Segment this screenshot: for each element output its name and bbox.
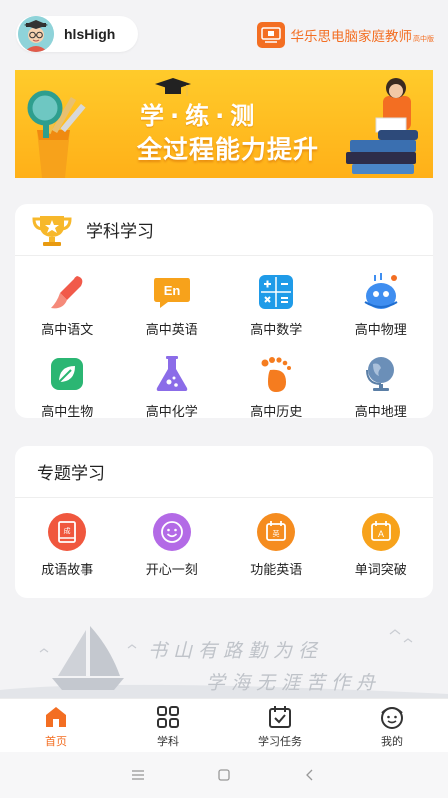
topic-vocabulary[interactable]: A 单词突破 bbox=[329, 512, 434, 578]
subject-geography[interactable]: 高中地理 bbox=[329, 354, 434, 420]
topic-label: 功能英语 bbox=[250, 563, 303, 578]
subject-label: 高中生物 bbox=[41, 405, 94, 420]
slogan-line-2: 学海无涯苦作舟 bbox=[206, 672, 382, 694]
subject-label: 高中物理 bbox=[354, 323, 407, 338]
topic-label: 单词突破 bbox=[354, 563, 407, 578]
brand-name: 华乐思电脑家庭教师 bbox=[290, 29, 413, 45]
footprint-icon bbox=[256, 354, 296, 394]
svg-text:英: 英 bbox=[273, 529, 280, 538]
header: hlsHigh 华乐思电脑家庭教师 高中版 bbox=[0, 0, 448, 64]
subject-chemistry[interactable]: 高中化学 bbox=[120, 354, 225, 420]
svg-text:成: 成 bbox=[64, 526, 71, 535]
subject-learning-header: 学科学习 bbox=[15, 204, 433, 256]
leaf-icon bbox=[47, 354, 87, 394]
magnifier-pencils-illustration bbox=[27, 90, 86, 178]
home-icon bbox=[46, 707, 66, 727]
subject-label: 高中英语 bbox=[145, 323, 198, 338]
topic-learning-title: 专题学习 bbox=[37, 464, 105, 484]
tab-label: 学科 bbox=[157, 735, 179, 748]
banner-subtitle: 全过程能力提升 bbox=[137, 135, 320, 164]
trophy-icon bbox=[32, 215, 72, 246]
topic-label: 开心一刻 bbox=[145, 563, 198, 578]
subject-math[interactable]: 高中数学 bbox=[224, 272, 329, 338]
topic-row: 成 成语故事 开心一刻 英 功能英语 A 单词突破 bbox=[15, 512, 433, 578]
subject-row: 高中语文 En 高中英语 高中数学 高中物理 bbox=[15, 272, 433, 338]
globe-icon bbox=[361, 354, 401, 394]
tab-home[interactable]: 首页 bbox=[0, 699, 112, 752]
english-bubble-icon: En bbox=[152, 272, 192, 312]
tab-label: 我的 bbox=[381, 735, 403, 748]
tab-tasks[interactable]: 学习任务 bbox=[224, 699, 336, 752]
bottom-tab-bar: 首页 学科 学习任务 我的 bbox=[0, 698, 448, 752]
topic-learning-card: 专题学习 成 成语故事 开心一刻 英 功能英语 A 单词突破 bbox=[15, 446, 433, 598]
calculator-icon bbox=[256, 272, 296, 312]
atom-icon bbox=[361, 272, 401, 312]
subject-biology[interactable]: 高中生物 bbox=[15, 354, 120, 420]
topic-learning-header: 专题学习 bbox=[15, 446, 433, 498]
subject-label: 高中化学 bbox=[145, 405, 198, 420]
system-nav-bar bbox=[0, 752, 448, 798]
smile-icon bbox=[152, 512, 192, 552]
user-profile-pill[interactable]: hlsHigh bbox=[16, 16, 138, 52]
menu-icon[interactable] bbox=[130, 768, 146, 782]
slogan-line-1: 书山有路勤为径 bbox=[148, 640, 324, 662]
english-card-icon: 英 bbox=[256, 512, 296, 552]
brand: 华乐思电脑家庭教师 高中版 bbox=[256, 22, 434, 48]
home-square-icon[interactable] bbox=[216, 768, 232, 782]
brand-logo-icon bbox=[256, 22, 285, 48]
subject-chinese[interactable]: 高中语文 bbox=[15, 272, 120, 338]
banner-title: 学·练·测 bbox=[140, 102, 261, 130]
subject-label: 高中历史 bbox=[250, 405, 303, 420]
subject-history[interactable]: 高中历史 bbox=[224, 354, 329, 420]
tab-label: 学习任务 bbox=[258, 735, 302, 748]
subject-english[interactable]: En 高中英语 bbox=[120, 272, 225, 338]
tab-profile[interactable]: 我的 bbox=[336, 699, 448, 752]
subject-learning-card: 学科学习 高中语文 En 高中英语 高中数学 高中物理 高中生物 高中化学 高中… bbox=[15, 204, 433, 420]
topic-idiom-stories[interactable]: 成 成语故事 bbox=[15, 512, 120, 578]
subject-label: 高中数学 bbox=[250, 323, 303, 338]
book-icon: 成 bbox=[47, 512, 87, 552]
avatar[interactable] bbox=[18, 16, 54, 52]
svg-text:En: En bbox=[163, 283, 180, 298]
promo-banner[interactable]: 学·练·测 全过程能力提升 bbox=[15, 70, 433, 178]
topic-label: 成语故事 bbox=[41, 563, 94, 578]
username: hlsHigh bbox=[64, 26, 116, 42]
subject-learning-title: 学科学习 bbox=[86, 222, 154, 242]
grid-icon bbox=[157, 706, 179, 728]
profile-face-icon bbox=[381, 707, 403, 729]
slogan-decoration: 书山有路勤为径 学海无涯苦作舟 bbox=[0, 618, 448, 700]
student-reading-illustration bbox=[346, 78, 418, 174]
brush-icon bbox=[47, 272, 87, 312]
topic-fun-moment[interactable]: 开心一刻 bbox=[120, 512, 225, 578]
calendar-check-icon bbox=[269, 706, 291, 728]
subject-label: 高中语文 bbox=[41, 323, 94, 338]
subject-row: 高中生物 高中化学 高中历史 高中地理 bbox=[15, 354, 433, 420]
tab-label: 首页 bbox=[45, 735, 67, 748]
back-icon[interactable] bbox=[302, 768, 318, 782]
subject-label: 高中地理 bbox=[354, 405, 407, 420]
brand-edition: 高中版 bbox=[413, 35, 434, 43]
letter-card-icon: A bbox=[361, 512, 401, 552]
tab-subjects[interactable]: 学科 bbox=[112, 699, 224, 752]
subject-physics[interactable]: 高中物理 bbox=[329, 272, 434, 338]
flask-icon bbox=[152, 354, 192, 394]
svg-text:A: A bbox=[378, 529, 384, 539]
topic-functional-english[interactable]: 英 功能英语 bbox=[224, 512, 329, 578]
